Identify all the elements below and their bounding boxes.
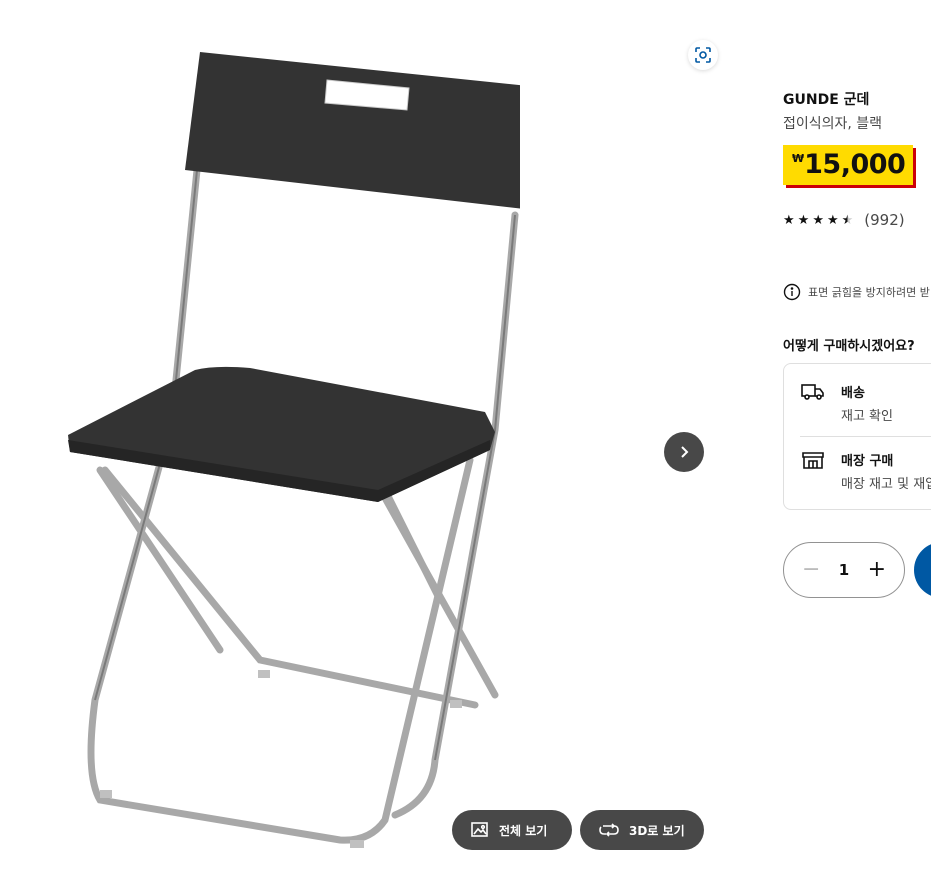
purchase-method-title: 어떻게 구매하시겠어요? [783,339,915,354]
care-notice-text: 표면 긁힘을 방지하려면 받 [808,286,930,299]
store-purchase-title: 매장 구매 [841,454,894,469]
product-info-panel: GUNDE 군데 접이식의자, 블랙 ₩ 15,000 ★ ★ ★ ★ ★ (9… [783,0,931,889]
visual-search-button[interactable] [688,40,718,70]
price-value: 15,000 [804,149,906,180]
star-icon: ★ [783,212,795,228]
price-tag: ₩ 15,000 [783,145,914,185]
rating-count: (992) [864,211,905,229]
product-gallery: 전체 보기 3D로 보기 [0,0,760,889]
store-purchase-option[interactable]: 매장 구매 매장 재고 및 재입 [801,450,931,492]
half-star-icon: ★ [841,212,854,228]
view-3d-label: 3D로 보기 [629,823,685,838]
delivery-truck-icon [801,384,824,400]
store-stock-text: 매장 재고 및 재입 [841,477,931,492]
quantity-value: 1 [838,561,850,579]
view-3d-button[interactable]: 3D로 보기 [580,810,704,850]
star-icon: ★ [812,212,824,228]
product-description: 접이식의자, 블랙 [783,116,883,132]
purchase-options-card: 배송 재고 확인 매장 구매 매장 재고 및 재입 [783,363,931,510]
info-icon [783,283,801,301]
quantity-stepper: − 1 + [783,542,905,598]
full-view-button[interactable]: 전체 보기 [452,810,572,850]
product-name[interactable]: GUNDE 군데 [783,89,869,109]
star-icon: ★ [797,212,810,228]
full-view-label: 전체 보기 [499,823,548,838]
delivery-title: 배송 [841,386,865,401]
care-notice: 표면 긁힘을 방지하려면 받 [783,283,930,301]
price-currency: ₩ [792,152,805,165]
store-icon [802,452,824,469]
increase-quantity-button[interactable]: + [868,559,886,581]
option-divider [800,436,931,437]
star-icon: ★ [826,212,839,228]
product-rating[interactable]: ★ ★ ★ ★ ★ (992) [783,211,905,229]
add-to-cart-button[interactable] [914,542,931,598]
image-gallery-icon [471,822,488,837]
delivery-stock-check: 재고 확인 [841,409,893,424]
delivery-option[interactable]: 배송 재고 확인 [801,382,893,424]
camera-scan-icon [695,47,711,63]
folding-chair-image [68,52,520,848]
rating-stars: ★ ★ ★ ★ ★ [783,213,853,228]
chevron-right-icon [681,446,689,458]
next-image-button[interactable] [664,432,704,472]
decrease-quantity-button[interactable]: − [802,559,820,581]
rotate-3d-icon [599,823,619,837]
